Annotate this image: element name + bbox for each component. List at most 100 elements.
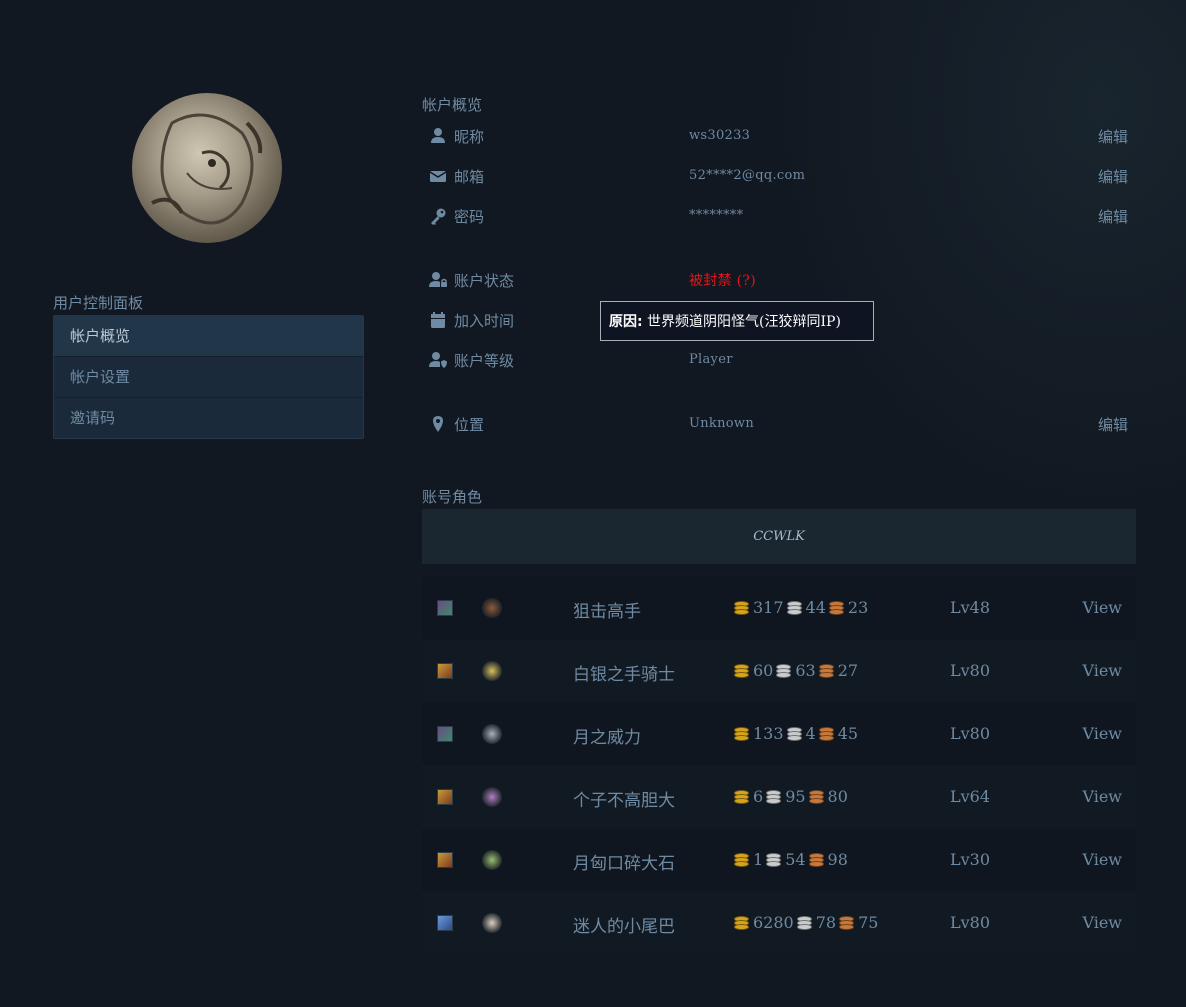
nickname-label: 昵称	[454, 128, 485, 146]
copper-coin-icon	[828, 599, 846, 617]
realm-header: CCWLK	[422, 509, 1136, 564]
copper-amount: 23	[847, 598, 869, 617]
location-row: 位置 Unknown 编辑	[422, 409, 1136, 439]
copper-amount: 98	[827, 850, 848, 869]
key-icon	[428, 206, 448, 226]
character-level: Lv48	[950, 598, 991, 617]
silver-coin-icon	[775, 662, 793, 680]
email-row: 邮箱 52****2@qq.com 编辑	[422, 161, 1136, 191]
gold-coin-icon	[733, 599, 751, 617]
silver-amount: 4	[805, 724, 816, 743]
character-money: 133 4 45	[733, 724, 858, 743]
calendar-icon	[428, 310, 448, 330]
hunter-icon	[482, 598, 502, 618]
nickname-value: ws30233	[689, 128, 751, 143]
paladin-icon	[482, 661, 502, 681]
background-decoration	[766, 0, 1186, 520]
character-level: Lv80	[950, 913, 991, 932]
gold-coin-icon	[733, 914, 751, 932]
sidebar-item-account-settings[interactable]: 帐户设置	[54, 356, 363, 397]
view-character-link[interactable]: View	[1082, 850, 1122, 869]
ban-reason-prefix: 原因:	[609, 314, 643, 330]
location-value: Unknown	[689, 416, 755, 431]
character-name: 迷人的小尾巴	[573, 917, 675, 937]
rogue-icon	[482, 850, 502, 870]
character-money: 60 63 27	[733, 661, 858, 680]
character-row: 狙击高手 317 44 23 Lv48 View	[422, 577, 1136, 639]
email-value: 52****2@qq.com	[689, 168, 806, 183]
password-label: 密码	[454, 208, 485, 226]
silver-coin-icon	[796, 914, 814, 932]
character-name: 个子不高胆大	[573, 791, 675, 811]
nickname-row: 昵称 ws30233 编辑	[422, 121, 1136, 151]
level-value: Player	[689, 352, 733, 367]
gold-amount: 317	[753, 598, 784, 617]
silver-amount: 63	[795, 661, 816, 680]
level-row: 账户等级 Player	[422, 345, 1136, 375]
view-character-link[interactable]: View	[1082, 913, 1122, 932]
view-character-link[interactable]: View	[1082, 661, 1122, 680]
character-row: 迷人的小尾巴 6280 78 75 Lv80 View	[422, 892, 1136, 954]
characters-title: 账号角色	[422, 488, 483, 506]
human-female-icon	[437, 789, 453, 805]
avatar	[132, 93, 282, 243]
password-row: 密码 ******** 编辑	[422, 201, 1136, 231]
copper-amount: 27	[837, 661, 859, 680]
view-character-link[interactable]: View	[1082, 787, 1122, 806]
password-value: ********	[689, 208, 744, 223]
draenei-female-icon	[437, 915, 453, 931]
silver-coin-icon	[786, 599, 804, 617]
copper-amount: 80	[827, 787, 848, 806]
human-female-icon	[437, 852, 453, 868]
character-row: 月之威力 133 4 45 Lv80 View	[422, 703, 1136, 765]
character-level: Lv64	[950, 787, 991, 806]
character-row: 月匈口碎大石 1 54 98 Lv30 View	[422, 829, 1136, 891]
gold-coin-icon	[733, 662, 751, 680]
gold-amount: 133	[753, 724, 784, 743]
priest-icon	[482, 913, 502, 933]
location-label: 位置	[454, 416, 485, 434]
view-character-link[interactable]: View	[1082, 598, 1122, 617]
character-level: Lv30	[950, 850, 991, 869]
email-label: 邮箱	[454, 168, 485, 186]
user-lock-icon	[428, 270, 448, 290]
character-money: 1 54 98	[733, 850, 848, 869]
join-time-label: 加入时间	[454, 312, 515, 330]
silver-coin-icon	[786, 725, 804, 743]
gold-coin-icon	[733, 851, 751, 869]
level-label: 账户等级	[454, 352, 515, 370]
status-value-banned[interactable]: 被封禁 (?)	[689, 270, 756, 290]
night-elf-female-icon	[437, 600, 453, 616]
sidebar-item-account-overview[interactable]: 帐户概览	[54, 316, 363, 356]
copper-coin-icon	[808, 788, 826, 806]
edit-password-link[interactable]: 编辑	[1098, 206, 1128, 227]
envelope-icon	[428, 166, 448, 186]
character-name: 月匈口碎大石	[573, 854, 675, 874]
edit-location-link[interactable]: 编辑	[1098, 414, 1128, 435]
view-character-link[interactable]: View	[1082, 724, 1122, 743]
druid-icon	[482, 724, 502, 744]
copper-amount: 75	[858, 913, 879, 932]
map-marker-icon	[428, 414, 448, 434]
night-elf-female-icon	[437, 726, 453, 742]
edit-email-link[interactable]: 编辑	[1098, 166, 1128, 187]
gold-amount: 1	[753, 850, 764, 869]
user-shield-icon	[428, 350, 448, 370]
ban-reason-text: 世界频道阴阳怪气(汪狡辩同IP)	[642, 314, 841, 330]
copper-amount: 45	[837, 724, 859, 743]
status-row: 账户状态 被封禁 (?)	[422, 265, 1136, 295]
gold-coin-icon	[733, 725, 751, 743]
sidebar-item-invite-code[interactable]: 邀请码	[54, 397, 363, 438]
gold-amount: 60	[753, 661, 774, 680]
character-name: 白银之手骑士	[573, 665, 675, 685]
silver-amount: 54	[785, 850, 806, 869]
ban-reason-tooltip: 原因: 世界频道阴阳怪气(汪狡辩同IP)	[600, 301, 874, 341]
character-level: Lv80	[950, 724, 991, 743]
warlock-icon	[482, 787, 502, 807]
sidebar-title: 用户控制面板	[53, 294, 144, 312]
user-icon	[428, 126, 448, 146]
character-row: 白银之手骑士 60 63 27 Lv80 View	[422, 640, 1136, 702]
edit-nickname-link[interactable]: 编辑	[1098, 126, 1128, 147]
status-label: 账户状态	[454, 272, 515, 290]
gold-amount: 6280	[753, 913, 794, 932]
